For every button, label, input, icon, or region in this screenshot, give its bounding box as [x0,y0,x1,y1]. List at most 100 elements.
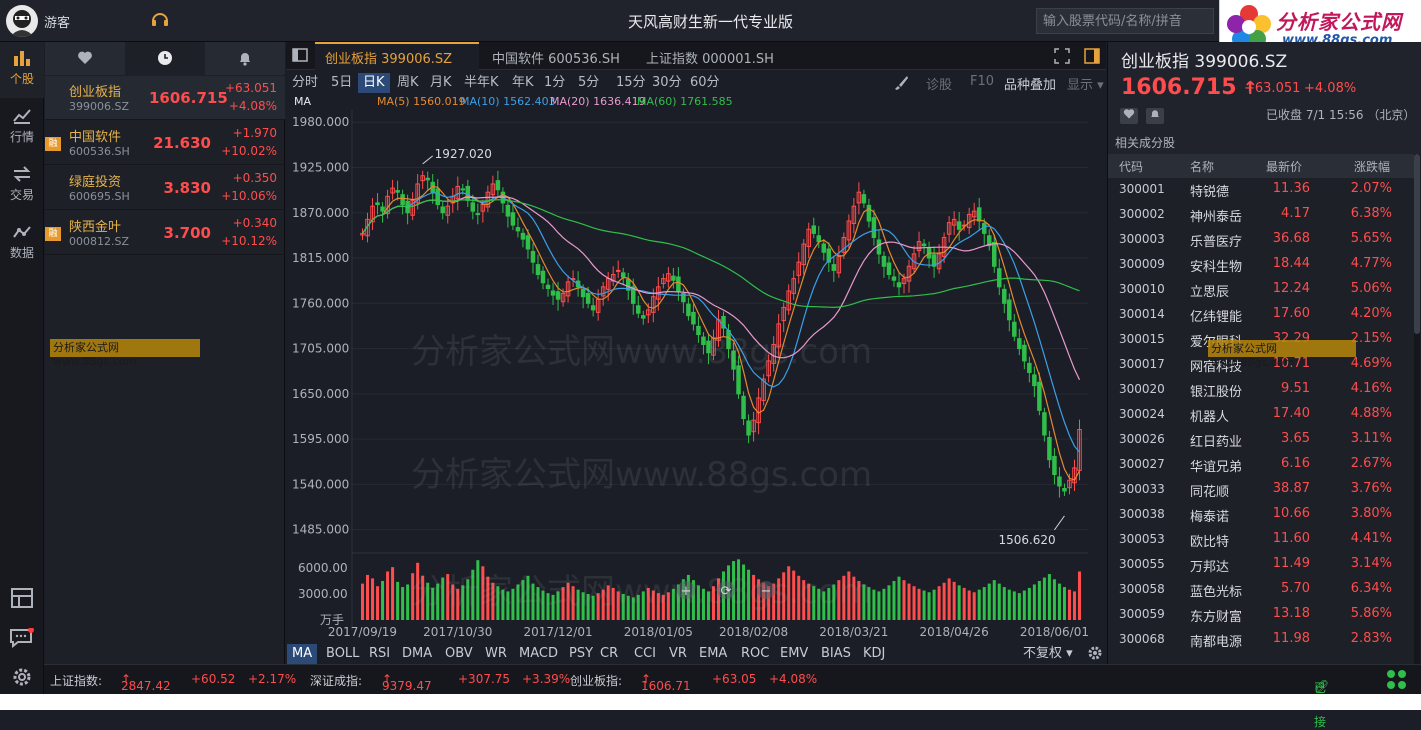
watchlist-item[interactable]: 绿庭投资 600695.SH 3.830 +0.350 +10.06% [45,166,285,210]
indicator-psy[interactable]: PSY [569,644,593,664]
watchlist-item[interactable]: 融陕西金叶 000812.SZ 3.700 +0.340 +10.12% [45,211,285,255]
table-row[interactable]: 300033 同花顺 38.87 3.76% [1108,478,1414,503]
message-icon[interactable] [10,627,34,652]
table-row[interactable]: 300020 银江股份 9.51 4.16% [1108,378,1414,403]
period-10[interactable]: 30分 [652,73,682,93]
period-0[interactable]: 分时 [292,73,318,93]
stock-code: 600536.SH [69,145,130,158]
bell-icon[interactable] [1146,108,1164,124]
table-row[interactable]: 300024 机器人 17.40 4.88% [1108,403,1414,428]
table-row[interactable]: 300059 东方财富 13.18 5.86% [1108,603,1414,628]
indicator-bias[interactable]: BIAS [821,644,851,664]
brush-icon[interactable] [893,75,909,95]
adjust-dropdown[interactable]: 不复权 ▾ [1023,644,1073,664]
period-1[interactable]: 5日 [331,73,352,93]
data-line-icon [0,216,44,244]
scrollbar-thumb[interactable] [1414,154,1420,334]
settings-gear-icon[interactable] [11,666,33,692]
user-name[interactable]: 游客 [44,12,70,31]
scrollbar[interactable] [1414,154,1420,664]
display-dropdown[interactable]: 显示 ▾ [1067,74,1104,93]
tab-shangzheng[interactable]: 上证指数 000001.SH [636,42,786,70]
table-row[interactable]: 300001 特锐德 11.36 2.07% [1108,178,1414,203]
table-row[interactable]: 300053 欧比特 11.60 4.41% [1108,528,1414,553]
fullscreen-icon[interactable] [1054,48,1070,68]
indicator-ma[interactable]: MA [287,644,318,664]
col-pct[interactable]: 涨跌幅 [1354,158,1390,175]
watchlist-item[interactable]: 融中国软件 600536.SH 21.630 +1.970 +10.02% [45,121,285,165]
grid-menu-icon[interactable] [1386,669,1408,694]
kline-chart[interactable]: 1980.000 1925.000 1870.000 1815.000 1760.000… [286,110,1106,644]
layout-icon[interactable] [11,588,33,612]
tab-favorites[interactable] [45,42,125,75]
cell-pct: 4.41% [1350,531,1392,546]
stock-pct: +4.08% [228,99,277,113]
period-6[interactable]: 年K [512,73,534,93]
period-5[interactable]: 半年K [464,73,499,93]
table-row[interactable]: 300002 神州泰岳 4.17 6.38% [1108,203,1414,228]
candle-body [981,222,987,234]
indicator-ema[interactable]: EMA [699,644,727,664]
cell-pct: 2.83% [1350,631,1392,646]
tab-recent[interactable] [125,42,205,75]
col-price[interactable]: 最新价 [1266,158,1302,175]
table-row[interactable]: 300068 南都电源 11.98 2.83% [1108,628,1414,653]
table-row[interactable]: 300038 梅泰诺 10.66 3.80% [1108,503,1414,528]
cell-name: 东方财富 [1190,610,1243,625]
col-code[interactable]: 代码 [1119,158,1143,175]
nav-item-market[interactable]: 行情 [0,100,44,156]
side-panel-icon[interactable] [1084,48,1100,68]
period-7[interactable]: 1分 [544,73,565,93]
indicator-dma[interactable]: DMA [402,644,432,664]
volume-bar [671,588,675,620]
table-row[interactable]: 300010 立思辰 12.24 5.06% [1108,278,1414,303]
volume-bar [1032,584,1036,620]
period-8[interactable]: 5分 [578,73,599,93]
nav-item-stock[interactable]: 个股 [0,42,44,98]
indicator-boll[interactable]: BOLL [326,644,359,664]
period-11[interactable]: 60分 [690,73,720,93]
indicator-cci[interactable]: CCI [634,644,656,664]
tab-chuangye[interactable]: 创业板指 399006.SZ [315,42,479,70]
indicator-obv[interactable]: OBV [445,644,473,664]
candle-body [585,292,591,304]
period-9[interactable]: 15分 [616,73,646,93]
headset-icon[interactable] [150,10,170,34]
indicator-vr[interactable]: VR [669,644,687,664]
watchlist-item[interactable]: 创业板指 399006.SZ 1606.715 +63.051 +4.08% [45,76,285,120]
volume-bar [426,582,430,620]
f10-button[interactable]: F10 [970,74,994,89]
table-row[interactable]: 300026 红日药业 3.65 3.11% [1108,428,1414,453]
overlay-button[interactable]: 品种叠加 [1004,74,1056,93]
indicator-wr[interactable]: WR [485,644,507,664]
search-input[interactable] [1036,8,1214,34]
table-row[interactable]: 300003 乐普医疗 36.68 5.65% [1108,228,1414,253]
table-row[interactable]: 300058 蓝色光标 5.70 6.34% [1108,578,1414,603]
table-row[interactable]: 300055 万邦达 11.49 3.14% [1108,553,1414,578]
sh-pct: +2.17% [248,672,297,686]
chart-settings-icon[interactable] [1087,645,1103,665]
tab-alerts[interactable] [205,42,285,75]
period-2[interactable]: 日K [358,73,390,93]
diagnose-button[interactable]: 诊股 [926,74,952,93]
tab-zhongguo-ruanjian[interactable]: 中国软件 600536.SH [482,42,632,70]
indicator-rsi[interactable]: RSI [369,644,390,664]
indicator-kdj[interactable]: KDJ [863,644,885,664]
col-name[interactable]: 名称 [1190,158,1214,175]
indicator-emv[interactable]: EMV [780,644,808,664]
candle-body [821,243,827,253]
nav-item-data[interactable]: 数据 [0,216,44,272]
indicator-cr[interactable]: CR [600,644,618,664]
avatar[interactable] [6,5,38,37]
table-row[interactable]: 300014 亿纬锂能 17.60 4.20% [1108,303,1414,328]
panel-toggle-icon[interactable] [292,48,308,66]
nav-item-trade[interactable]: 交易 [0,158,44,214]
table-row[interactable]: 300027 华谊兄弟 6.16 2.67% [1108,453,1414,478]
period-4[interactable]: 月K [430,73,452,93]
cell-pct: 4.77% [1350,256,1392,271]
period-3[interactable]: 周K [397,73,419,93]
indicator-roc[interactable]: ROC [741,644,769,664]
table-row[interactable]: 300009 安科生物 18.44 4.77% [1108,253,1414,278]
indicator-macd[interactable]: MACD [519,644,558,664]
heart-icon[interactable] [1120,108,1138,124]
